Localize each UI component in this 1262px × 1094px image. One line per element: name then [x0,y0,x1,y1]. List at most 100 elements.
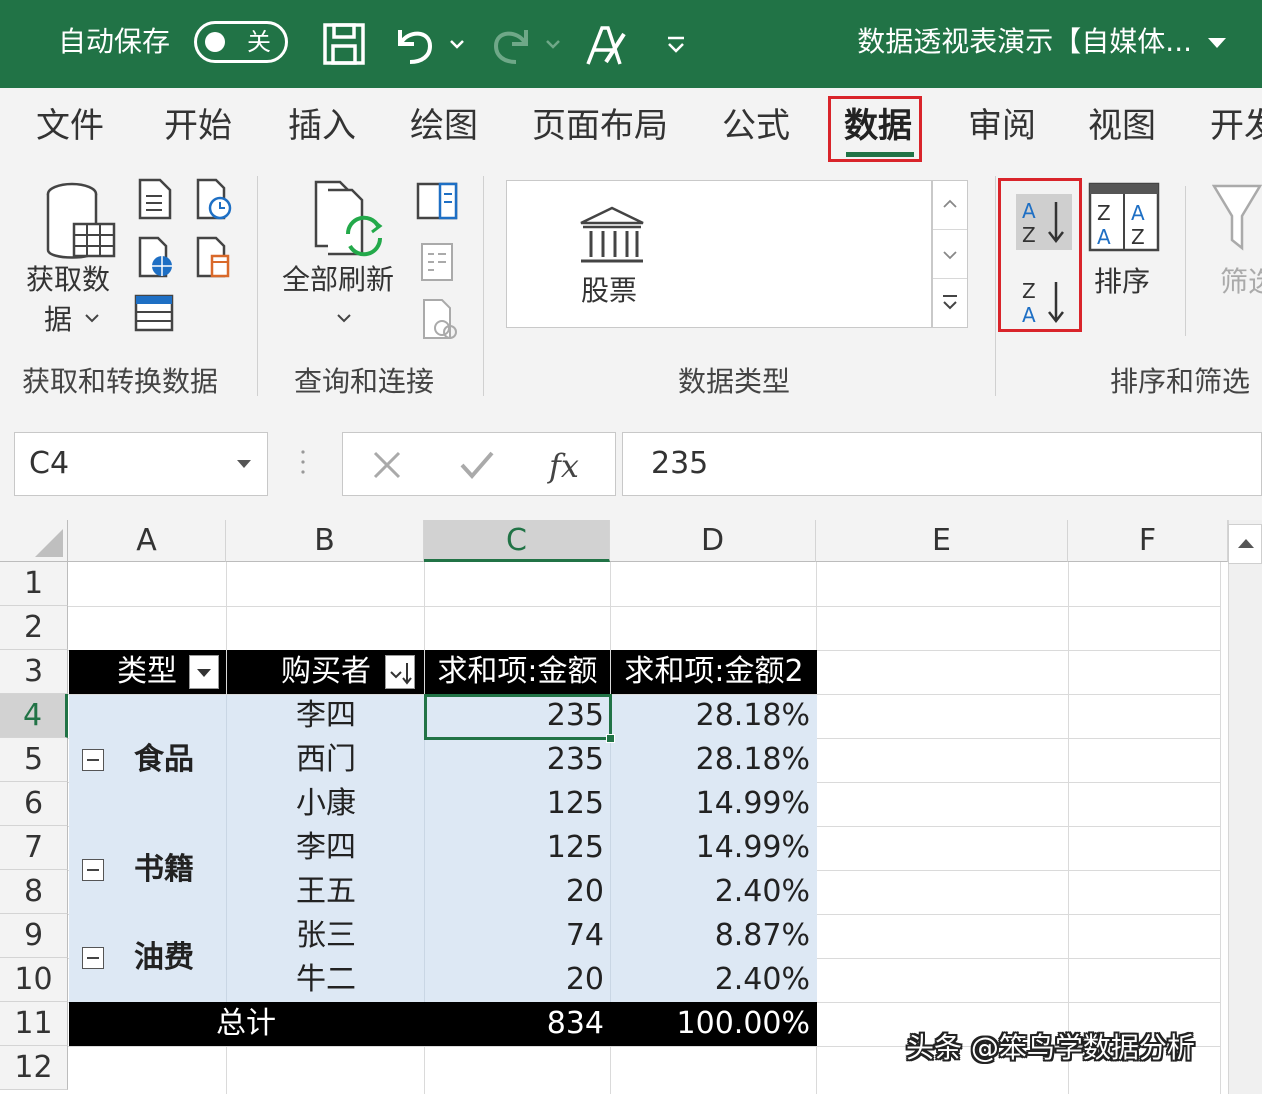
row-header-6[interactable]: 6 [0,782,68,826]
row-header-9[interactable]: 9 [0,914,68,958]
cell-buyer[interactable]: 李四 [296,694,356,738]
cell-percent[interactable]: 2.40% [610,958,816,1002]
from-web-icon[interactable] [136,236,176,278]
cell-amount[interactable]: 125 [424,826,610,870]
insert-function-icon[interactable]: fx [547,443,587,487]
cell-percent[interactable]: 28.18% [610,694,816,738]
row-header-8[interactable]: 8 [0,870,68,914]
filter-label[interactable]: 筛选 [1220,264,1262,300]
format-painter-icon[interactable] [582,20,628,68]
total-amount[interactable]: 834 [424,1002,610,1046]
cell-buyer[interactable]: 西门 [296,738,356,782]
filter-icon[interactable] [1212,182,1262,254]
tab-draw[interactable]: 绘图 [410,104,478,148]
column-header-e[interactable]: E [816,520,1068,562]
name-box[interactable]: C4 [14,432,268,496]
pivot-header-amount2[interactable]: 求和项:金额2 [611,650,817,694]
collapse-fuel-button[interactable] [82,947,104,969]
row-header-11[interactable]: 11 [0,1002,68,1046]
resize-grip-icon[interactable] [300,448,306,476]
column-header-d[interactable]: D [610,520,816,562]
gallery-more-button[interactable] [933,279,967,328]
select-all-button[interactable] [0,520,68,562]
stocks-label[interactable]: 股票 [581,273,637,309]
properties-icon[interactable] [420,242,454,282]
scroll-up-button[interactable] [1228,524,1262,564]
chevron-down-icon[interactable] [84,310,100,326]
title-dropdown-icon[interactable] [1208,38,1226,48]
cell-amount[interactable]: 125 [424,782,610,826]
name-box-dropdown-icon[interactable] [237,460,251,468]
collapse-food-button[interactable] [82,749,104,771]
tab-file[interactable]: 文件 [36,104,104,148]
autosave-toggle[interactable]: 关 [194,21,288,63]
enter-icon[interactable] [459,449,495,481]
vertical-scrollbar[interactable] [1228,520,1262,1094]
column-header-f[interactable]: F [1068,520,1228,562]
row-header-3[interactable]: 3 [0,650,68,694]
cell-buyer[interactable]: 张三 [296,914,356,958]
gallery-up-button[interactable] [933,181,967,230]
cell-buyer[interactable]: 李四 [296,826,356,870]
sort-label[interactable]: 排序 [1094,264,1150,300]
row-header-10[interactable]: 10 [0,958,68,1002]
tab-home[interactable]: 开始 [164,104,232,148]
column-header-c[interactable]: C [424,520,610,562]
from-text-icon[interactable] [136,178,174,220]
cell-amount[interactable]: 235 [424,694,610,738]
redo-dropdown-icon[interactable] [544,20,562,68]
queries-connections-icon[interactable] [416,182,458,220]
row-header-5[interactable]: 5 [0,738,68,782]
cell-amount[interactable]: 74 [424,914,610,958]
tab-formulas[interactable]: 公式 [722,104,790,148]
collapse-books-button[interactable] [82,859,104,881]
row-header-7[interactable]: 7 [0,826,68,870]
cell-percent[interactable]: 14.99% [610,782,816,826]
refresh-all-icon[interactable] [310,180,386,262]
get-data-label[interactable]: 获取数 [26,262,110,298]
cell-amount[interactable]: 20 [424,958,610,1002]
buyer-sort-filter-button[interactable] [385,655,415,689]
cell-buyer[interactable]: 王五 [296,870,356,914]
row-header-1[interactable]: 1 [0,562,68,606]
fill-handle[interactable] [606,734,615,743]
cell-amount[interactable]: 235 [424,738,610,782]
row-header-2[interactable]: 2 [0,606,68,650]
cancel-icon[interactable] [371,449,403,481]
refresh-dropdown-icon[interactable] [336,310,352,326]
cell-percent[interactable]: 28.18% [610,738,816,782]
tab-insert[interactable]: 插入 [288,104,356,148]
pivot-header-type[interactable]: 类型 [69,650,226,694]
refresh-all-label[interactable]: 全部刷新 [282,262,394,298]
save-icon[interactable] [322,20,368,68]
cell-percent[interactable]: 8.87% [610,914,816,958]
recent-sources-icon[interactable] [194,178,234,220]
tab-review[interactable]: 审阅 [968,104,1036,148]
cell-buyer[interactable]: 牛二 [296,958,356,1002]
customize-qat-icon[interactable] [664,20,688,68]
pivot-header-amount[interactable]: 求和项:金额 [425,650,610,694]
undo-dropdown-icon[interactable] [448,20,466,68]
edit-links-icon[interactable] [420,298,458,340]
existing-connections-icon[interactable] [194,236,234,278]
type-filter-button[interactable] [189,655,219,689]
formula-input[interactable]: 235 [622,432,1262,496]
cell-amount[interactable]: 20 [424,870,610,914]
column-header-b[interactable]: B [226,520,424,562]
undo-icon[interactable] [392,20,436,68]
pivot-header-buyer[interactable]: 购买者 [227,650,424,694]
redo-icon[interactable] [490,20,534,68]
total-label[interactable]: 总计 [216,1002,276,1046]
tab-view[interactable]: 视图 [1088,104,1156,148]
cell-buyer[interactable]: 小康 [296,782,356,826]
sort-icon[interactable]: Z A A Z [1088,182,1160,252]
row-header-12[interactable]: 12 [0,1046,68,1090]
total-percent[interactable]: 100.00% [610,1002,816,1046]
tab-developer[interactable]: 开发 [1210,104,1262,148]
column-header-a[interactable]: A [68,520,226,562]
stocks-icon[interactable] [577,205,647,267]
tab-page-layout[interactable]: 页面布局 [532,104,668,148]
from-table-icon[interactable] [134,294,174,332]
cell-percent[interactable]: 2.40% [610,870,816,914]
row-header-4[interactable]: 4 [0,694,68,738]
